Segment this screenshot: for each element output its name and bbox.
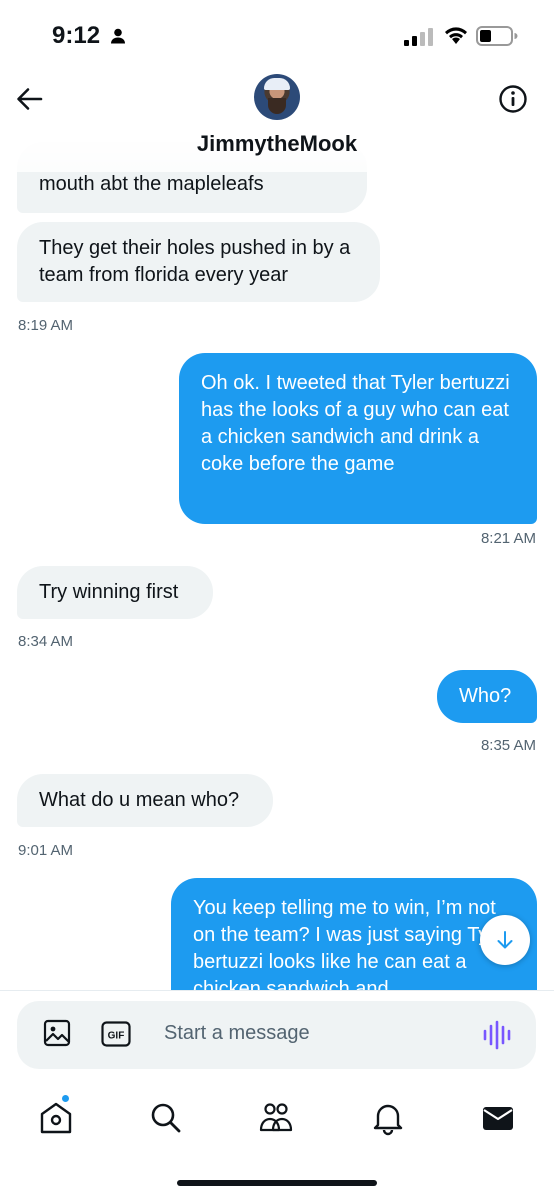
image-icon[interactable] bbox=[43, 1019, 71, 1047]
message-timestamp: 9:01 AM bbox=[18, 842, 74, 859]
svg-text:GIF: GIF bbox=[108, 1031, 125, 1042]
search-icon[interactable] bbox=[148, 1100, 184, 1136]
messages-envelope-icon[interactable] bbox=[480, 1100, 516, 1136]
message-bubble-received[interactable]: What do u mean who? bbox=[17, 774, 273, 827]
message-input-placeholder: Start a message bbox=[164, 1022, 310, 1044]
home-indicator bbox=[177, 1180, 377, 1186]
avatar[interactable] bbox=[254, 74, 300, 120]
cellular-signal-icon bbox=[404, 28, 433, 46]
message-text: You keep telling me to win, I’m not on t… bbox=[193, 897, 511, 990]
message-text: Try winning first bbox=[39, 581, 179, 603]
message-text: mouth abt the mapleleafs bbox=[39, 173, 264, 195]
message-timestamp: 8:21 AM bbox=[480, 530, 536, 547]
gif-icon[interactable]: GIF bbox=[101, 1021, 131, 1047]
message-text: Oh ok. I tweeted that Tyler bertuzzi has… bbox=[201, 372, 510, 475]
message-bubble-sent[interactable]: Oh ok. I tweeted that Tyler bertuzzi has… bbox=[179, 353, 537, 524]
person-icon bbox=[111, 28, 125, 44]
communities-icon[interactable] bbox=[258, 1100, 294, 1136]
notifications-bell-icon[interactable] bbox=[370, 1100, 406, 1136]
battery-icon bbox=[476, 26, 518, 46]
back-arrow-icon[interactable] bbox=[14, 84, 44, 114]
message-timestamp: 8:34 AM bbox=[18, 633, 74, 650]
home-icon[interactable] bbox=[38, 1100, 74, 1136]
voice-message-icon[interactable] bbox=[483, 1020, 511, 1050]
message-bubble-received[interactable]: Try winning first bbox=[17, 566, 213, 619]
message-bubble-received[interactable]: They get their holes pushed in by a team… bbox=[17, 222, 380, 302]
message-text: They get their holes pushed in by a team… bbox=[39, 237, 351, 286]
arrow-down-icon bbox=[497, 931, 513, 949]
message-timestamp: 8:19 AM bbox=[18, 317, 74, 334]
message-text: Who? bbox=[459, 685, 512, 707]
message-bubble-sent[interactable]: Who? bbox=[437, 670, 537, 723]
scroll-to-bottom-button[interactable] bbox=[480, 915, 530, 965]
notification-dot bbox=[61, 1094, 70, 1103]
status-bar: 9:12 bbox=[0, 0, 554, 70]
contact-name[interactable]: JimmytheMook bbox=[0, 131, 554, 157]
status-time: 9:12 bbox=[52, 22, 101, 49]
info-icon[interactable] bbox=[498, 84, 528, 114]
wifi-icon bbox=[445, 27, 467, 44]
message-text: What do u mean who? bbox=[39, 789, 240, 811]
message-timestamp: 8:35 AM bbox=[480, 737, 536, 754]
